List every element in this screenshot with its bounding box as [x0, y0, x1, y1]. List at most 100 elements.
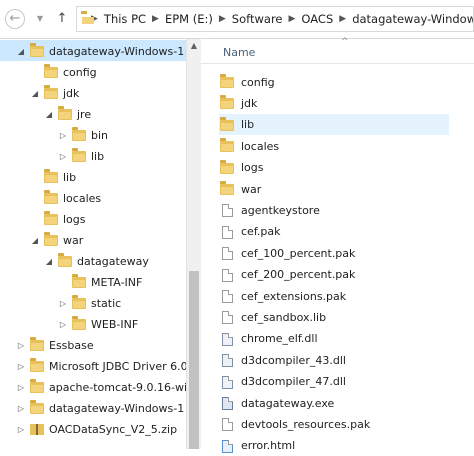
- list-item[interactable]: cef_200_percent.pak: [219, 264, 449, 285]
- dll-file-icon: [221, 332, 233, 346]
- list-item-label: cef.pak: [241, 225, 281, 239]
- tree-item-label: jre: [77, 107, 92, 121]
- list-item[interactable]: cef_extensions.pak: [219, 285, 449, 306]
- navigation-pane-scrollbar[interactable]: ▲: [186, 39, 201, 449]
- collapsed-arrow-icon[interactable]: ▷: [58, 293, 68, 314]
- list-item-label: locales: [241, 139, 280, 153]
- list-item[interactable]: lib: [219, 113, 449, 135]
- breadcrumb-item[interactable]: datagateway-Windows: [352, 12, 473, 26]
- tree-item-label: datagateway-Windows-1: [49, 44, 185, 58]
- tree-item[interactable]: ▷ bin: [0, 124, 186, 145]
- list-item[interactable]: logs: [219, 157, 449, 178]
- tree-item[interactable]: ▷ lib: [0, 145, 186, 166]
- folder-icon: [30, 357, 44, 372]
- folder-icon: [220, 181, 234, 195]
- breadcrumb-item[interactable]: This PC: [104, 12, 146, 26]
- collapsed-arrow-icon[interactable]: ▷: [16, 398, 26, 419]
- breadcrumb-separator-icon[interactable]: ▶: [289, 14, 296, 24]
- expanded-arrow-icon[interactable]: ◢: [44, 251, 54, 272]
- folder-icon: [30, 336, 44, 351]
- list-item[interactable]: war: [219, 178, 449, 199]
- tree-item[interactable]: ◢ datagateway: [0, 250, 186, 271]
- tree-item-label: locales: [63, 191, 102, 205]
- list-item-label: d3dcompiler_47.dll: [241, 375, 346, 389]
- breadcrumb-separator-icon[interactable]: ▶: [339, 14, 346, 24]
- breadcrumb-item[interactable]: EPM (E:): [165, 12, 213, 26]
- tree-item[interactable]: logs: [0, 208, 186, 229]
- tree-item-label: bin: [91, 128, 109, 142]
- tree-item[interactable]: ◢ datagateway-Windows-1: [0, 40, 186, 61]
- list-item-label: cef_sandbox.lib: [241, 310, 327, 324]
- breadcrumb-separator-icon[interactable]: ▶: [152, 14, 159, 24]
- list-item-label: logs: [241, 161, 264, 175]
- folder-icon: [58, 252, 72, 267]
- list-item[interactable]: jdk: [219, 92, 449, 113]
- tree-item[interactable]: META-INF: [0, 271, 186, 292]
- tree-item[interactable]: locales: [0, 187, 186, 208]
- list-item-icon-cell: [219, 93, 235, 114]
- tree-item[interactable]: lib: [0, 166, 186, 187]
- collapsed-arrow-icon[interactable]: ▷: [58, 125, 68, 146]
- expanded-arrow-icon[interactable]: ◢: [16, 41, 26, 62]
- back-arrow-icon[interactable]: ←: [5, 9, 25, 29]
- folder-icon: [72, 315, 86, 330]
- collapsed-arrow-icon[interactable]: ▷: [16, 419, 26, 440]
- expanded-arrow-icon[interactable]: ◢: [30, 83, 40, 104]
- collapsed-arrow-icon[interactable]: ▷: [58, 314, 68, 335]
- list-item[interactable]: cef_sandbox.lib: [219, 306, 449, 327]
- tree-item[interactable]: ▷ Essbase: [0, 334, 186, 355]
- file-icon: [221, 268, 233, 282]
- folder-icon: [44, 210, 58, 225]
- list-item[interactable]: locales: [219, 135, 449, 156]
- collapsed-arrow-icon[interactable]: ▷: [58, 146, 68, 167]
- list-item[interactable]: d3dcompiler_43.dll: [219, 349, 449, 370]
- tree-item-label: datagateway-Windows-1: [49, 401, 185, 415]
- list-item-label: devtools_resources.pak: [241, 417, 371, 431]
- list-item[interactable]: datagateway.exe: [219, 392, 449, 413]
- folder-icon: [72, 126, 86, 141]
- scroll-up-icon[interactable]: ▲: [187, 41, 201, 50]
- list-item-label: config: [241, 75, 275, 89]
- list-item[interactable]: error.html: [219, 435, 449, 456]
- list-item-label: cef_100_percent.pak: [241, 246, 356, 260]
- column-header[interactable]: ^ Name: [201, 37, 474, 64]
- collapsed-arrow-icon[interactable]: ▷: [16, 377, 26, 398]
- tree-item[interactable]: config: [0, 61, 186, 82]
- tree-item-label: apache-tomcat-9.0.16-wi: [49, 380, 186, 394]
- tree-item[interactable]: ▷ WEB-INF: [0, 313, 186, 334]
- tree-item[interactable]: ▷ Microsoft JDBC Driver 6.0: [0, 355, 186, 376]
- breadcrumb-item[interactable]: Software: [232, 12, 283, 26]
- list-item[interactable]: d3dcompiler_47.dll: [219, 371, 449, 392]
- sort-chevron-up-icon: ^: [341, 37, 349, 47]
- expanded-arrow-icon[interactable]: ◢: [30, 230, 40, 251]
- scrollbar-thumb[interactable]: [189, 271, 199, 449]
- tree-item[interactable]: ◢ jre: [0, 103, 186, 124]
- list-item[interactable]: chrome_elf.dll: [219, 328, 449, 349]
- up-arrow-icon[interactable]: ↑: [52, 9, 72, 29]
- list-item-icon-cell: [219, 157, 235, 178]
- list-item-label: lib: [241, 118, 255, 132]
- tree-item[interactable]: ▷ static: [0, 292, 186, 313]
- collapsed-arrow-icon[interactable]: ▷: [16, 356, 26, 377]
- tree-item-label: war: [63, 233, 84, 247]
- list-item[interactable]: cef.pak: [219, 221, 449, 242]
- breadcrumb-separator-icon[interactable]: ▶: [219, 14, 226, 24]
- list-item-icon-cell: [219, 264, 235, 285]
- tree-item[interactable]: ▷ apache-tomcat-9.0.16-wi: [0, 376, 186, 397]
- list-item[interactable]: config: [219, 71, 449, 92]
- recent-locations-chevron-icon[interactable]: ▼: [30, 9, 50, 29]
- list-item[interactable]: cef_100_percent.pak: [219, 242, 449, 263]
- expanded-arrow-icon[interactable]: ◢: [44, 104, 54, 125]
- tree-item[interactable]: ◢ war: [0, 229, 186, 250]
- column-header-name[interactable]: Name: [223, 46, 255, 59]
- tree-item[interactable]: ◢ jdk: [0, 82, 186, 103]
- breadcrumb[interactable]: ▶ This PC ▶ EPM (E:) ▶ Software ▶ OACS ▶ datagate…: [76, 6, 474, 32]
- list-item-label: d3dcompiler_43.dll: [241, 353, 346, 367]
- file-icon: [221, 418, 233, 432]
- tree-item[interactable]: ▷ OACDataSync_V2_5.zip: [0, 418, 186, 439]
- breadcrumb-item[interactable]: OACS: [301, 12, 333, 26]
- list-item[interactable]: devtools_resources.pak: [219, 413, 449, 434]
- tree-item[interactable]: ▷ datagateway-Windows-1: [0, 397, 186, 418]
- collapsed-arrow-icon[interactable]: ▷: [16, 335, 26, 356]
- list-item[interactable]: agentkeystore: [219, 199, 449, 220]
